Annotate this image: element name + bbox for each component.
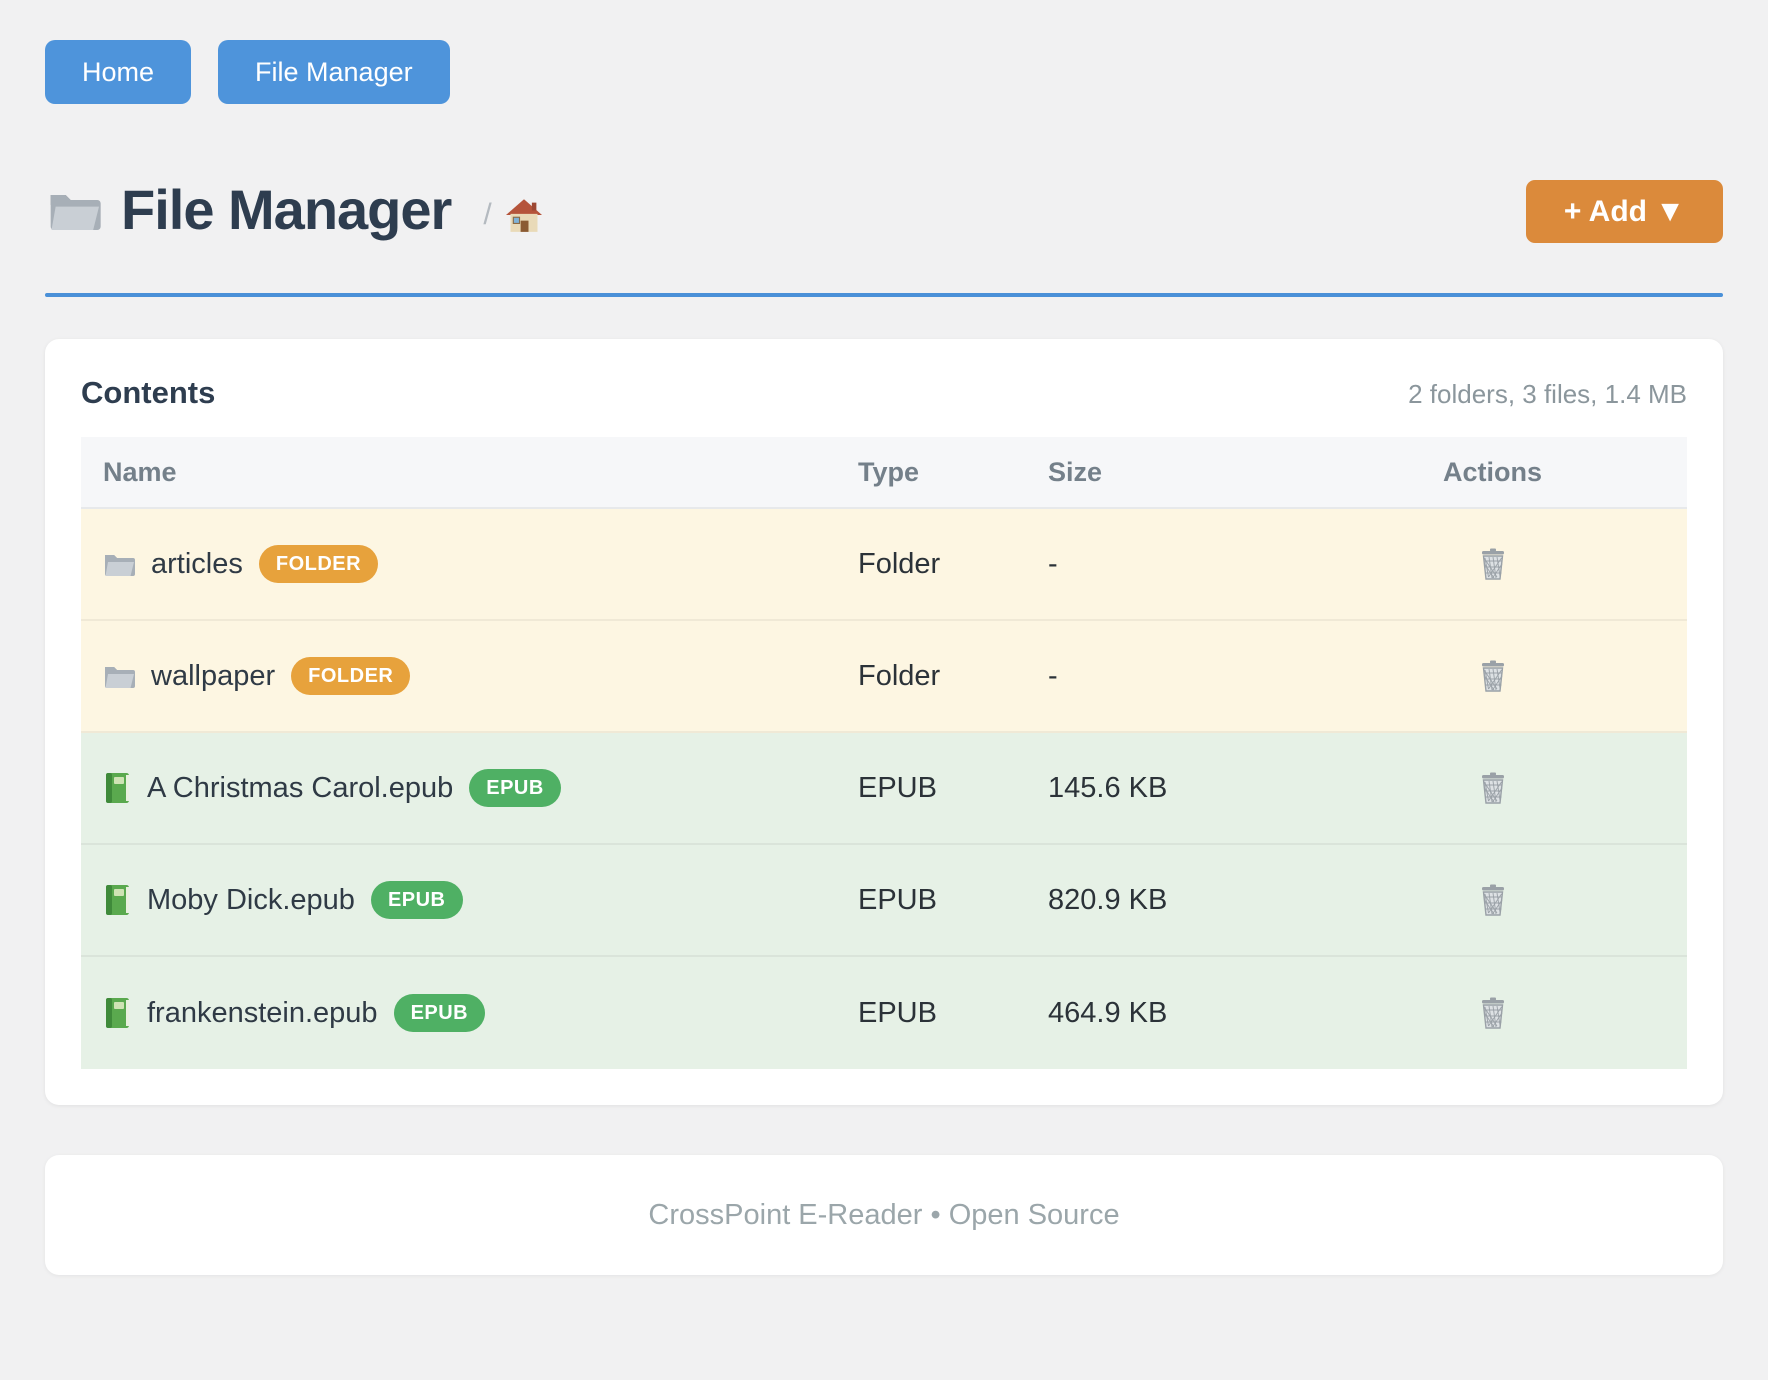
contents-heading: Contents: [81, 375, 215, 411]
delete-button[interactable]: [1475, 993, 1511, 1033]
footer-text: CrossPoint E-Reader • Open Source: [648, 1199, 1119, 1232]
green-book-icon: [103, 772, 131, 804]
delete-button[interactable]: [1475, 656, 1511, 696]
footer: CrossPoint E-Reader • Open Source: [45, 1155, 1723, 1275]
folder-icon: [103, 549, 135, 579]
file-name-link[interactable]: A Christmas Carol.epub: [147, 772, 453, 805]
file-name-link[interactable]: wallpaper: [151, 660, 275, 693]
column-header-size: Size: [1048, 457, 1298, 488]
folder-icon: [45, 185, 103, 235]
table-row: articles FOLDER Folder -: [81, 509, 1687, 621]
trash-icon: [1479, 548, 1507, 580]
page-header: File Manager / + Add ▼: [45, 176, 1723, 243]
table-row: wallpaper FOLDER Folder -: [81, 621, 1687, 733]
type-cell: Folder: [858, 548, 1048, 581]
size-cell: 145.6 KB: [1048, 772, 1298, 805]
size-cell: 820.9 KB: [1048, 884, 1298, 917]
trash-icon: [1479, 884, 1507, 916]
epub-badge: EPUB: [469, 769, 561, 807]
table-header-row: Name Type Size Actions: [81, 437, 1687, 509]
table-row: Moby Dick.epub EPUB EPUB 820.9 KB: [81, 845, 1687, 957]
nav-home-button[interactable]: Home: [45, 40, 191, 104]
green-book-icon: [103, 884, 131, 916]
add-button[interactable]: + Add ▼: [1526, 180, 1723, 243]
breadcrumb-separator: /: [483, 198, 491, 232]
file-name-link[interactable]: frankenstein.epub: [147, 997, 378, 1030]
epub-badge: EPUB: [394, 994, 486, 1032]
type-cell: Folder: [858, 660, 1048, 693]
epub-badge: EPUB: [371, 881, 463, 919]
file-manager-page: Home File Manager File Manager / + Add ▼…: [0, 0, 1768, 1380]
contents-card: Contents 2 folders, 3 files, 1.4 MB Name…: [45, 339, 1723, 1105]
page-title: File Manager: [121, 177, 451, 242]
size-cell: 464.9 KB: [1048, 997, 1298, 1030]
table-row: frankenstein.epub EPUB EPUB 464.9 KB: [81, 957, 1687, 1069]
file-name-link[interactable]: Moby Dick.epub: [147, 884, 355, 917]
type-cell: EPUB: [858, 772, 1048, 805]
type-cell: EPUB: [858, 884, 1048, 917]
folder-badge: FOLDER: [259, 545, 378, 583]
trash-icon: [1479, 660, 1507, 692]
size-cell: -: [1048, 548, 1298, 581]
file-table: Name Type Size Actions articles FOLDER F…: [81, 437, 1687, 1069]
delete-button[interactable]: [1475, 544, 1511, 584]
contents-summary: 2 folders, 3 files, 1.4 MB: [215, 379, 1687, 410]
trash-icon: [1479, 772, 1507, 804]
delete-button[interactable]: [1475, 768, 1511, 808]
column-header-type: Type: [858, 457, 1048, 488]
top-nav: Home File Manager: [45, 40, 1723, 104]
nav-file-manager-button[interactable]: File Manager: [218, 40, 450, 104]
delete-button[interactable]: [1475, 880, 1511, 920]
column-header-name: Name: [81, 457, 858, 488]
column-header-actions: Actions: [1298, 457, 1687, 488]
green-book-icon: [103, 997, 131, 1029]
breadcrumb-home-icon[interactable]: [506, 198, 542, 232]
table-body: articles FOLDER Folder -: [81, 509, 1687, 1069]
size-cell: -: [1048, 660, 1298, 693]
file-name-link[interactable]: articles: [151, 548, 243, 581]
table-row: A Christmas Carol.epub EPUB EPUB 145.6 K…: [81, 733, 1687, 845]
title-divider: [45, 293, 1723, 297]
folder-badge: FOLDER: [291, 657, 410, 695]
folder-icon: [103, 661, 135, 691]
type-cell: EPUB: [858, 997, 1048, 1030]
trash-icon: [1479, 997, 1507, 1029]
